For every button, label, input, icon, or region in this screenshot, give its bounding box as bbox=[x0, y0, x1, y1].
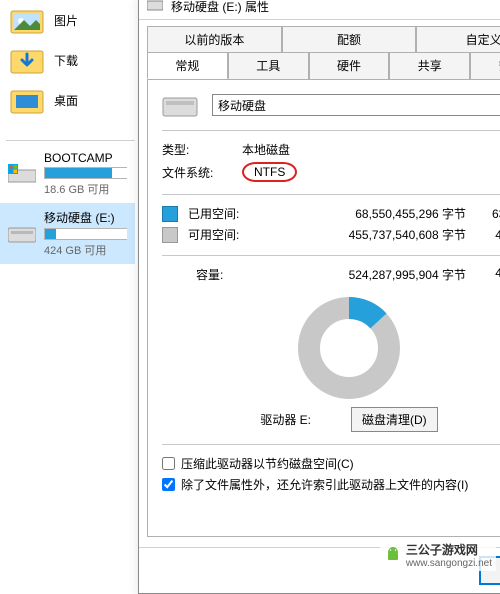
tab-general[interactable]: 常规 bbox=[147, 52, 228, 79]
dialog-title: 移动硬盘 (E:) 属性 bbox=[171, 0, 269, 15]
properties-dialog: 移动硬盘 (E:) 属性 以前的版本 配额 自定义 常规 工具 硬件 共享 安全… bbox=[138, 0, 500, 594]
capacity-human: 488 GB bbox=[476, 266, 500, 283]
drive-small-icon bbox=[147, 0, 163, 14]
type-value: 本地磁盘 bbox=[242, 141, 290, 158]
windows-drive-icon bbox=[8, 164, 36, 184]
type-label: 类型: bbox=[162, 141, 232, 158]
tab-security[interactable]: 安全 bbox=[470, 52, 500, 79]
used-bytes: 68,550,455,296 字节 bbox=[258, 205, 466, 222]
free-swatch bbox=[162, 227, 178, 243]
index-checkbox-row[interactable]: 除了文件属性外，还允许索引此驱动器上文件的内容(I) bbox=[162, 476, 500, 493]
folder-downloads-icon bbox=[10, 46, 44, 74]
removable-drive-icon bbox=[8, 224, 36, 244]
folder-label: 下载 bbox=[54, 52, 78, 69]
drive-name-input[interactable] bbox=[212, 94, 500, 116]
tab-sharing[interactable]: 共享 bbox=[389, 52, 470, 79]
drive-name: 移动硬盘 (E:) bbox=[44, 209, 127, 226]
drive-item-bootcamp[interactable]: BOOTCAMP 18.6 GB 可用 bbox=[0, 145, 135, 203]
explorer-left-panel: 图片 下载 桌面 BOOTCAMP 18.6 GB 可用 bbox=[0, 0, 135, 575]
used-swatch bbox=[162, 206, 178, 222]
compress-label: 压缩此驱动器以节约磁盘空间(C) bbox=[181, 455, 354, 472]
filesystem-value-highlighted: NTFS bbox=[242, 162, 297, 182]
index-label: 除了文件属性外，还允许索引此驱动器上文件的内容(I) bbox=[181, 476, 468, 493]
used-label: 已用空间: bbox=[188, 205, 248, 222]
compress-checkbox[interactable] bbox=[162, 457, 175, 470]
drive-item-removable[interactable]: 移动硬盘 (E:) 424 GB 可用 bbox=[0, 203, 135, 264]
tab-tools[interactable]: 工具 bbox=[228, 52, 309, 79]
free-bytes: 455,737,540,608 字节 bbox=[258, 226, 466, 243]
tabs-row-1: 以前的版本 配额 自定义 bbox=[147, 26, 500, 53]
folder-item-downloads[interactable]: 下载 bbox=[0, 40, 135, 80]
watermark: 三公子游戏网 www.sangongzi.net bbox=[380, 539, 496, 571]
dialog-titlebar[interactable]: 移动硬盘 (E:) 属性 bbox=[139, 0, 500, 20]
capacity-donut-chart bbox=[162, 293, 500, 403]
drive-capacity-bar bbox=[44, 228, 127, 240]
folder-desktop-icon bbox=[10, 86, 44, 114]
watermark-url: www.sangongzi.net bbox=[406, 558, 492, 569]
tab-quota[interactable]: 配额 bbox=[282, 26, 417, 52]
drive-subtext: 18.6 GB 可用 bbox=[44, 181, 127, 197]
tab-hardware[interactable]: 硬件 bbox=[309, 52, 390, 79]
used-human: 63.8 GB bbox=[476, 207, 500, 221]
tab-panel-general: 类型: 本地磁盘 文件系统: NTFS 已用空间: 68,550,455,296… bbox=[147, 80, 500, 537]
tab-customize[interactable]: 自定义 bbox=[416, 26, 500, 52]
android-icon bbox=[384, 545, 402, 566]
folder-label: 桌面 bbox=[54, 92, 78, 109]
compress-checkbox-row[interactable]: 压缩此驱动器以节约磁盘空间(C) bbox=[162, 455, 500, 472]
drive-capacity-bar bbox=[44, 167, 127, 179]
filesystem-value: NTFS bbox=[254, 165, 285, 179]
folder-item-desktop[interactable]: 桌面 bbox=[0, 80, 135, 120]
filesystem-label: 文件系统: bbox=[162, 164, 232, 181]
folder-label: 图片 bbox=[54, 12, 78, 29]
folder-pictures-icon bbox=[10, 6, 44, 34]
capacity-label: 容量: bbox=[196, 266, 256, 283]
capacity-bytes: 524,287,995,904 字节 bbox=[266, 266, 466, 283]
folder-item-pictures[interactable]: 图片 bbox=[0, 0, 135, 40]
drive-letter-label: 驱动器 E: bbox=[260, 411, 311, 428]
drive-subtext: 424 GB 可用 bbox=[44, 242, 127, 258]
index-checkbox[interactable] bbox=[162, 478, 175, 491]
drive-name: BOOTCAMP bbox=[44, 151, 127, 165]
free-label: 可用空间: bbox=[188, 226, 248, 243]
disk-cleanup-button[interactable]: 磁盘清理(D) bbox=[351, 407, 438, 432]
drive-big-icon bbox=[162, 92, 198, 118]
free-human: 424 GB bbox=[476, 228, 500, 242]
tab-previous-versions[interactable]: 以前的版本 bbox=[147, 26, 282, 52]
tabs-row-2: 常规 工具 硬件 共享 安全 bbox=[147, 52, 500, 80]
watermark-text: 三公子游戏网 bbox=[406, 541, 492, 558]
